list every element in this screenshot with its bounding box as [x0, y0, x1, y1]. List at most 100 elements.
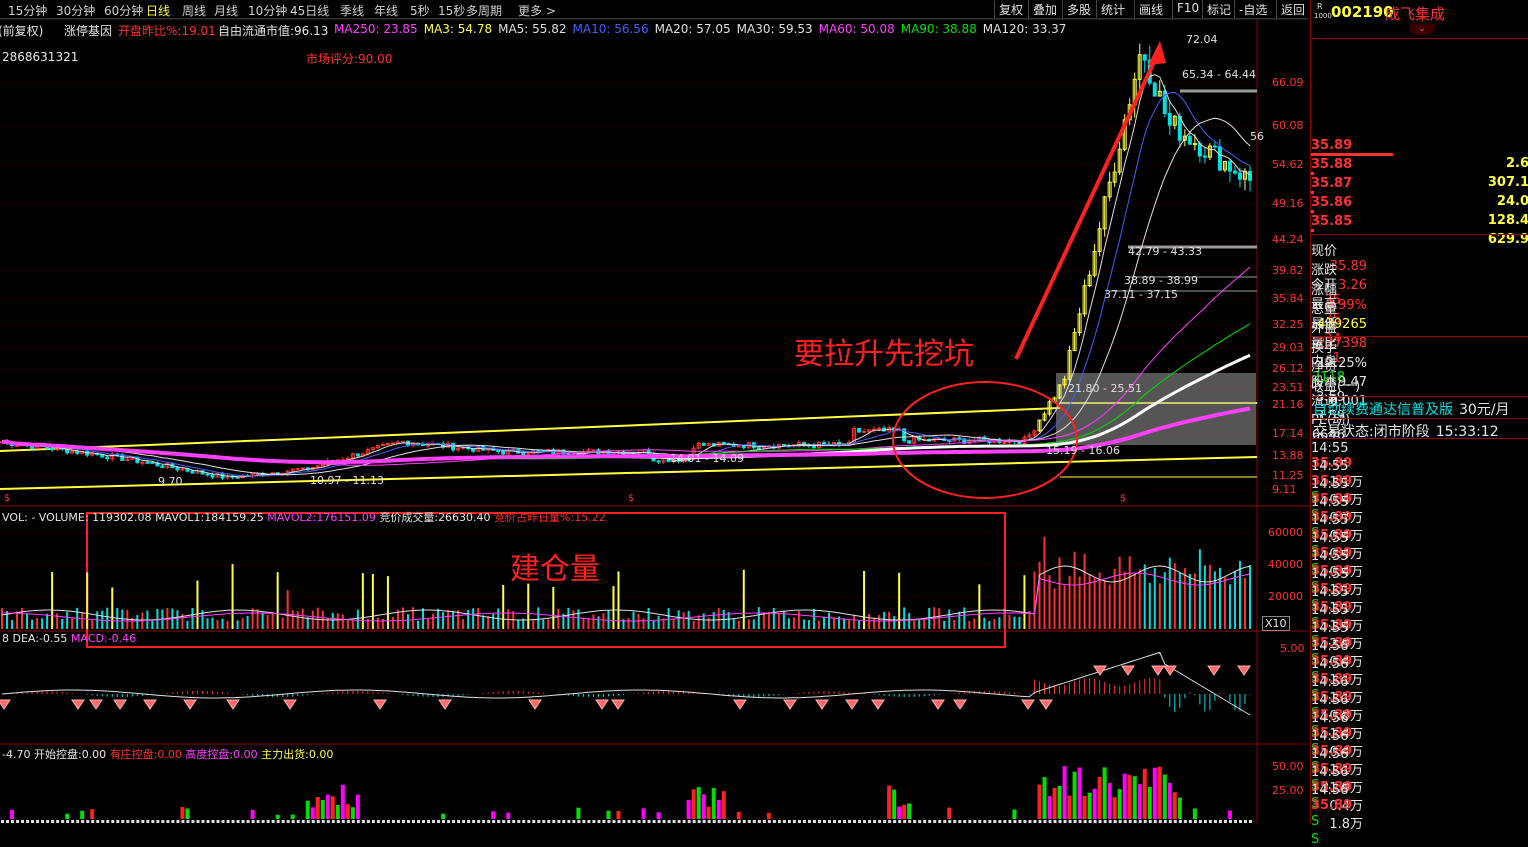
tab-7[interactable]: 10分钟 — [248, 2, 287, 19]
volume-bar — [306, 617, 309, 629]
tick-row: 14:56 35.89 1.8万 S — [1311, 783, 1528, 847]
order-book-row: 35.89 2.6 — [1311, 138, 1528, 171]
control-bar — [1192, 808, 1197, 819]
volume-bar — [807, 620, 810, 629]
tick-time: 14:56 — [1311, 675, 1349, 690]
candle — [375, 445, 380, 450]
volume-bar — [627, 618, 630, 629]
order-price: 35.89 — [1311, 138, 1353, 153]
diamond-signal-icon — [1151, 665, 1165, 676]
tick-row: 14:56 35.89 10.8万 S — [1311, 675, 1528, 739]
volume-bar — [672, 619, 675, 629]
volume-bar — [858, 620, 861, 629]
tab-1[interactable]: 15分钟 — [8, 2, 47, 19]
volume-bar — [31, 619, 34, 629]
tick-row: 14:55 35.89 1.1万 S — [1311, 549, 1528, 613]
diamond-signal-icon — [931, 699, 945, 710]
volume-bar — [1083, 553, 1086, 629]
diamond-signal-icon — [528, 699, 542, 710]
tab-8[interactable]: 45日线 — [290, 2, 329, 19]
volume-bar — [1228, 584, 1231, 629]
quote-label: 收益(一) — [1311, 379, 1361, 395]
volume-bar — [797, 611, 800, 629]
volume-bar — [66, 611, 69, 629]
tick-time: 14:55 — [1311, 549, 1349, 564]
toolbar-button-7[interactable]: -自选 — [1234, 0, 1271, 18]
tab-2[interactable]: 30分钟 — [56, 2, 95, 19]
toolbar-button-5[interactable]: F10 — [1172, 0, 1203, 18]
candle — [1097, 221, 1102, 257]
stock-name: 成飞集成 — [1385, 5, 1446, 23]
volume-bar — [256, 609, 259, 629]
control-bar — [330, 796, 335, 819]
volume-bar — [391, 617, 394, 629]
order-price: 35.87 — [1311, 176, 1353, 191]
volume-bar — [266, 615, 269, 629]
candle — [225, 473, 230, 480]
diamond-signal-icon — [845, 699, 859, 710]
candle — [736, 445, 741, 448]
volume-bar — [211, 617, 214, 629]
control-bar — [736, 811, 741, 819]
volume-bar — [1068, 575, 1071, 629]
volume-bar — [908, 613, 911, 629]
toolbar-button-4[interactable]: 画线 — [1134, 0, 1167, 18]
tick-time: 14:56 — [1311, 783, 1349, 798]
volume-bar — [406, 614, 409, 629]
tab-4[interactable]: 日线 — [146, 2, 170, 19]
tab-12[interactable]: 15秒 — [438, 2, 465, 19]
toolbar-button-8[interactable]: 返回 — [1276, 0, 1309, 18]
volume-bar — [667, 608, 670, 629]
volume-bar — [236, 620, 239, 629]
toolbar-button-3[interactable]: 统计 — [1096, 0, 1129, 18]
volume-bar — [582, 617, 585, 629]
volume-bar — [1188, 573, 1191, 629]
quote-panel: R 1000 002190 成飞集成 ⌄ 35.89 2.6 35.88 307.1 3… — [1310, 0, 1528, 847]
candle — [912, 435, 917, 447]
candle — [185, 468, 190, 473]
tab-3[interactable]: 60分钟 — [104, 2, 143, 19]
diamond-signal-icon — [595, 699, 609, 710]
kline-chart-area[interactable] — [0, 19, 1308, 823]
candle — [1117, 141, 1122, 175]
collapse-chevron-icon[interactable]: ⌄ — [1409, 24, 1435, 35]
tab-13[interactable]: 多周期 — [466, 2, 502, 19]
volume-bar — [401, 607, 404, 629]
volume-bar — [191, 608, 194, 629]
candle — [250, 472, 255, 479]
promo-banner[interactable]: 自动续费通达信普及版 30元/月 — [1313, 399, 1510, 419]
control-bar — [340, 784, 345, 819]
tab-6[interactable]: 月线 — [214, 2, 238, 19]
tick-row: 14:56 35.89 0.4万 S — [1311, 711, 1528, 775]
volume-bar — [532, 618, 535, 629]
toolbar-button-0[interactable]: 复权 — [994, 0, 1027, 18]
candle — [385, 442, 390, 446]
tab-11[interactable]: 5秒 — [410, 2, 430, 19]
volume-bar — [1048, 575, 1051, 629]
toolbar-button-2[interactable]: 多股 — [1062, 0, 1095, 18]
volume-bar — [817, 620, 820, 629]
volume-bar — [812, 608, 815, 629]
control-bar — [701, 794, 706, 819]
volume-bar — [1223, 577, 1226, 629]
control-bar — [1117, 789, 1122, 819]
candle — [1202, 147, 1207, 164]
volume-bar — [1163, 572, 1166, 629]
quote-label: 净资 — [1311, 359, 1338, 375]
volume-bar — [787, 618, 790, 629]
tick-row: 14:56 35.89 1.1万 S — [1311, 657, 1528, 721]
tab-9[interactable]: 季线 — [340, 2, 364, 19]
toolbar-button-6[interactable]: 标记 — [1202, 0, 1235, 18]
control-bar — [656, 812, 661, 819]
control-bar — [902, 804, 907, 819]
control-bar — [180, 807, 185, 819]
diamond-signal-icon — [283, 699, 297, 710]
tick-time: 14:55 — [1311, 513, 1349, 528]
order-price: 35.85 — [1311, 214, 1353, 229]
tab-14[interactable]: 更多 > — [518, 2, 556, 19]
tab-5[interactable]: 周线 — [182, 2, 206, 19]
quote-label: 总量 — [1311, 301, 1338, 317]
volume-bar — [502, 585, 505, 629]
tab-10[interactable]: 年线 — [374, 2, 398, 19]
toolbar-button-1[interactable]: 叠加 — [1028, 0, 1061, 18]
